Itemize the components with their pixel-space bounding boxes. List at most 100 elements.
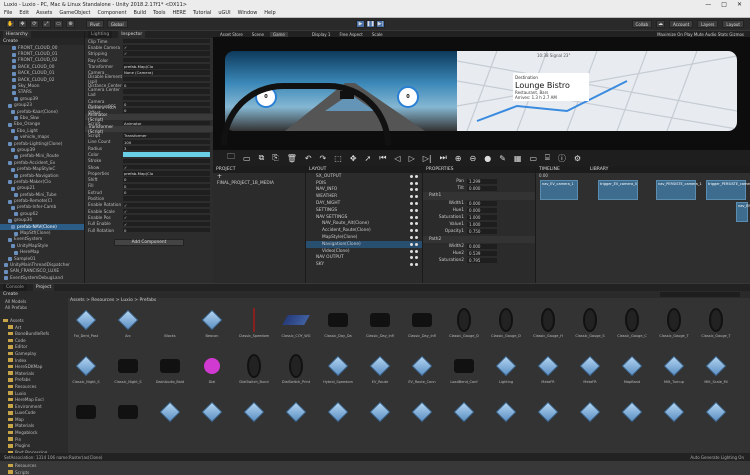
asset-item[interactable]: Classic_Gauge_C	[616, 306, 648, 338]
game-view-options[interactable]: Maximize On Play Mute Audio Stats Gizmos	[654, 32, 750, 37]
menu-build[interactable]: Build	[134, 10, 147, 16]
asset-item[interactable]: MetaFR	[574, 352, 606, 384]
inspector-value-field[interactable]: ✓	[123, 215, 210, 220]
asset-item[interactable]: Lighting	[490, 352, 522, 384]
visibility-icon[interactable]	[410, 174, 418, 178]
property-value-field[interactable]: 0.000	[467, 207, 497, 213]
inspector-value-field[interactable]: 0	[123, 227, 210, 233]
inspector-value-field[interactable]: 100	[123, 139, 210, 145]
folder-item[interactable]: Plugins	[0, 442, 68, 449]
panel-icon[interactable]: ▭	[529, 154, 537, 163]
visibility-icon[interactable]	[410, 181, 418, 185]
inspector-value-field[interactable]: 0	[123, 190, 210, 195]
asset-item[interactable]: Classic_Gauge_S	[574, 306, 606, 338]
tab-inspector[interactable]: Inspector	[118, 31, 146, 38]
folder-icon[interactable]: 🗀	[227, 151, 235, 165]
layer-item[interactable]: POIS	[306, 180, 422, 187]
inspector-value-field[interactable]: Animator	[123, 120, 210, 126]
asset-item[interactable]: MapBand	[616, 352, 648, 384]
asset-item[interactable]	[574, 398, 606, 426]
move-tool-icon[interactable]: ✥	[18, 20, 27, 28]
inspector-value-field[interactable]: 0	[123, 177, 210, 182]
asset-item[interactable]	[490, 398, 522, 426]
favorite-all-prefabs[interactable]: All Prefabs	[0, 305, 68, 312]
folder-item[interactable]: Map	[0, 416, 68, 423]
timeline-clip[interactable]: nav_ENVIRONMENT	[736, 202, 750, 222]
layer-item[interactable]: WEATHER	[306, 193, 422, 200]
inspector-value-field[interactable]: ✓	[123, 45, 210, 50]
layer-item[interactable]: NAV SETTINGS	[306, 214, 422, 221]
property-value-field[interactable]: 0.000	[467, 200, 497, 206]
inspector-value-field[interactable]	[123, 76, 210, 82]
zoom-out-icon[interactable]: ⊖	[470, 154, 477, 163]
folder-item[interactable]: Index	[0, 357, 68, 364]
redo-icon[interactable]: ↷	[320, 154, 327, 163]
collab-button[interactable]: Collab	[631, 20, 652, 28]
pause-icon[interactable]: ❚❚	[366, 20, 375, 28]
folder-item[interactable]: Pin	[0, 436, 68, 443]
property-value-field[interactable]: 0.539	[467, 250, 497, 256]
transform-tool-icon[interactable]: ⊕	[66, 20, 75, 28]
tab-asset-store[interactable]: Asset Store	[217, 32, 246, 37]
inspector-value-field[interactable]: 0	[123, 108, 210, 113]
asset-item[interactable]: DialSwitch_Bund	[238, 352, 270, 384]
folder-item[interactable]: Resources	[0, 462, 68, 469]
asset-item[interactable]: Classic_COY_WG	[280, 306, 312, 338]
folder-item[interactable]: Prefabs	[0, 377, 68, 384]
paste-icon[interactable]: ⎘	[272, 153, 278, 163]
folder-item[interactable]: Megablock	[0, 429, 68, 436]
asset-item[interactable]: MetaFR	[532, 352, 564, 384]
timeline-clip[interactable]: nav_PERSISTE_camera_1	[656, 180, 702, 200]
asset-item[interactable]	[280, 398, 312, 426]
rect-tool-icon[interactable]: ▭	[54, 20, 63, 28]
tab-scene[interactable]: Scene	[249, 32, 267, 37]
visibility-icon[interactable]	[410, 222, 418, 226]
layers-dropdown[interactable]: Layers	[697, 20, 719, 28]
scale-tool-icon[interactable]: ⤢	[42, 20, 51, 28]
asset-item[interactable]: Milt_Scale_Mi	[700, 352, 732, 384]
asset-item[interactable]	[70, 398, 102, 426]
visibility-icon[interactable]	[410, 256, 418, 260]
pointer-icon[interactable]: ➚	[365, 154, 372, 163]
property-value-field[interactable]: 1.000	[467, 215, 497, 221]
first-frame-icon[interactable]: ⏮	[379, 153, 386, 163]
project-create-dropdown[interactable]: Create	[3, 292, 18, 297]
asset-item[interactable]: Classic_Night_S	[112, 352, 144, 384]
folder-item[interactable]: HereMap Excl	[0, 396, 68, 403]
tab-hierarchy[interactable]: Hierarchy	[3, 31, 31, 38]
inspector-value-field[interactable]: prefab-Map(Clo	[123, 171, 210, 176]
inspector-value-field[interactable]	[123, 158, 210, 164]
visibility-icon[interactable]	[410, 202, 418, 206]
inspector-value-field[interactable]: 3	[123, 145, 210, 151]
asset-item[interactable]: Classic_Gauge_D	[448, 306, 480, 338]
project-item[interactable]: FINAL_PROJECT_1B_MEDIA	[213, 180, 305, 187]
asset-item[interactable]	[364, 398, 396, 426]
folder-item[interactable]: Editor	[0, 344, 68, 351]
step-icon[interactable]: ▶|	[376, 20, 385, 28]
record-icon[interactable]: ●	[484, 154, 491, 163]
inspector-value-field[interactable]: 0	[123, 101, 210, 107]
asset-item[interactable]	[448, 398, 480, 426]
project-search-input[interactable]	[660, 292, 740, 297]
asset-item[interactable]: Dial	[196, 352, 228, 384]
asset-item[interactable]: Classic_Gauge_D	[490, 306, 522, 338]
aspect-dropdown[interactable]: Free Aspect	[336, 32, 365, 37]
layer-item[interactable]: NAV_Route_Alt(Clone)	[306, 221, 422, 228]
property-value-field[interactable]: 0.795	[467, 258, 497, 264]
asset-item[interactable]	[406, 398, 438, 426]
hierarchy-item[interactable]: EventSystemDebugLand	[0, 275, 84, 281]
asset-item[interactable]	[658, 398, 690, 426]
menu-assets[interactable]: Assets	[36, 10, 52, 16]
layer-item[interactable]: NAV OUTPUT	[306, 255, 422, 262]
asset-item[interactable]: Classic_Gauge_T	[658, 306, 690, 338]
asset-item[interactable]	[532, 398, 564, 426]
asset-item[interactable]: EV_Route_Conn	[406, 352, 438, 384]
menu-component[interactable]: Component	[98, 10, 127, 16]
asset-item[interactable]: Milt_Turnup	[658, 352, 690, 384]
layer-item[interactable]: Accident_Route(Clone)	[306, 227, 422, 234]
asset-item[interactable]	[112, 398, 144, 426]
asset-item[interactable]: Classic_Night_S	[70, 352, 102, 384]
asset-item[interactable]	[700, 398, 732, 426]
asset-item[interactable]: Classic_Speedom	[238, 306, 270, 338]
prev-frame-icon[interactable]: ◁	[394, 154, 400, 163]
